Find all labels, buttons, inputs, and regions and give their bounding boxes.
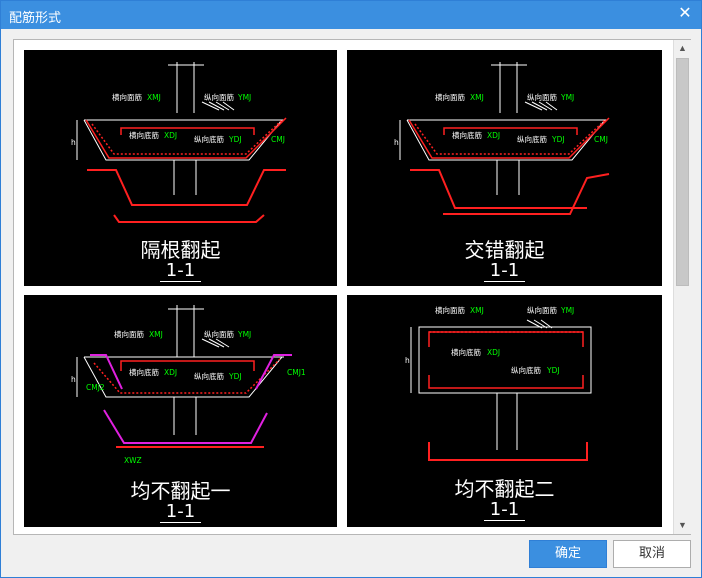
label-bot-v-code: YDJ: [228, 135, 242, 144]
label-h: h: [405, 356, 410, 365]
label-top-h: 横向面筋: [435, 92, 465, 102]
cancel-button[interactable]: 取消: [613, 540, 691, 568]
vertical-scrollbar[interactable]: ▲ ▼: [673, 40, 691, 534]
label-bot-v: 纵向底筋: [194, 134, 224, 144]
label-top-h: 横向面筋: [114, 329, 144, 339]
section-mark: 1-1: [347, 260, 662, 282]
label-top-v-code: YMJ: [237, 330, 251, 339]
title-bar[interactable]: 配筋形式 ✕: [1, 1, 701, 29]
section-mark: 1-1: [347, 499, 662, 521]
option-caption: 隔根翻起: [140, 238, 221, 262]
label-top-h-code: XMJ: [147, 93, 161, 102]
scroll-down-icon[interactable]: ▼: [674, 517, 691, 534]
label-bot-h: 横向底筋: [129, 367, 159, 377]
ok-button[interactable]: 确定: [529, 540, 607, 568]
label-bot-v-code: YDJ: [546, 366, 560, 375]
section-mark: 1-1: [24, 260, 337, 282]
label-bot-v: 纵向底筋: [511, 365, 541, 375]
label-bot-h: 横向底筋: [451, 347, 481, 357]
label-top-h: 横向面筋: [435, 305, 465, 315]
label-h: h: [394, 138, 399, 147]
label-bot-h-code: XDJ: [487, 348, 500, 357]
option-panel-1[interactable]: 横向面筋 XMJ 纵向面筋 YMJ 横向底筋 XDJ 纵向底筋 YDJ CMJ …: [24, 50, 337, 286]
label-cmj: CMJ: [594, 135, 608, 144]
label-xwz: XWZ: [124, 456, 142, 465]
label-h: h: [71, 375, 76, 384]
label-bot-h-code: XDJ: [164, 131, 177, 140]
close-icon[interactable]: ✕: [675, 4, 695, 24]
label-bot-h-code: XDJ: [164, 368, 177, 377]
label-top-v-code: YMJ: [237, 93, 251, 102]
dialog-title: 配筋形式: [9, 11, 62, 26]
section-mark: 1-1: [24, 501, 337, 523]
label-top-h-code: XMJ: [470, 306, 484, 315]
option-panel-3[interactable]: 横向面筋 XMJ 纵向面筋 YMJ 横向底筋 XDJ 纵向底筋 YDJ CMJ1…: [24, 295, 337, 527]
label-top-v: 纵向面筋: [204, 329, 234, 339]
label-top-v-code: YMJ: [560, 306, 574, 315]
label-top-v: 纵向面筋: [527, 305, 557, 315]
label-cmj1: CMJ1: [287, 368, 306, 377]
label-top-h-code: XMJ: [149, 330, 163, 339]
label-top-h-code: XMJ: [470, 93, 484, 102]
label-bot-v-code: YDJ: [551, 135, 565, 144]
option-panel-2[interactable]: 横向面筋 XMJ 纵向面筋 YMJ 横向底筋 XDJ 纵向底筋 YDJ CMJ …: [347, 50, 662, 286]
label-top-v: 纵向面筋: [527, 92, 557, 102]
label-top-v: 纵向面筋: [204, 92, 234, 102]
label-bot-h: 横向底筋: [129, 130, 159, 140]
option-caption: 交错翻起: [464, 238, 545, 262]
label-top-h: 横向面筋: [112, 92, 142, 102]
label-bot-h-code: XDJ: [487, 131, 500, 140]
option-caption: 均不翻起一: [130, 479, 231, 503]
label-h: h: [71, 138, 76, 147]
options-area: 横向面筋 XMJ 纵向面筋 YMJ 横向底筋 XDJ 纵向底筋 YDJ CMJ …: [13, 39, 691, 535]
option-caption: 均不翻起二: [454, 477, 555, 501]
label-bot-v-code: YDJ: [228, 372, 242, 381]
scroll-thumb[interactable]: [676, 58, 689, 286]
label-bot-v: 纵向底筋: [194, 371, 224, 381]
label-cmj2: CMJ2: [86, 383, 105, 392]
label-bot-v: 纵向底筋: [517, 134, 547, 144]
label-bot-h: 横向底筋: [452, 130, 482, 140]
label-top-v-code: YMJ: [560, 93, 574, 102]
option-panel-4[interactable]: 横向面筋 XMJ 纵向面筋 YMJ 横向底筋 XDJ 纵向底筋 YDJ h 均不…: [347, 295, 662, 527]
config-dialog: 配筋形式 ✕ 横向面筋 XMJ 纵向面筋 YMJ 横向底筋 XDJ 纵向底筋 Y…: [0, 0, 702, 578]
label-cmj: CMJ: [271, 135, 285, 144]
scroll-up-icon[interactable]: ▲: [674, 40, 691, 57]
